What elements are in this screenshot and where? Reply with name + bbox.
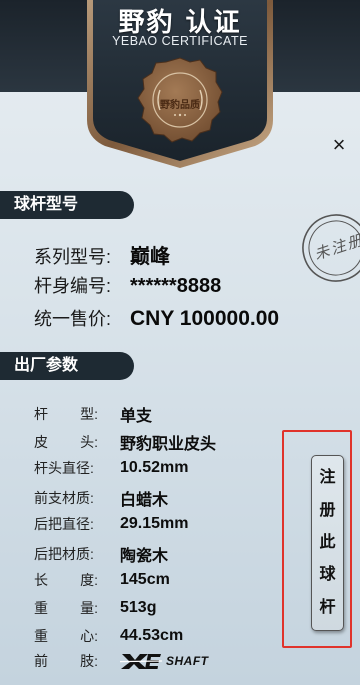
info-label: 统一售价: (34, 309, 112, 329)
register-button-char: 注 (319, 469, 336, 487)
spec-value: 145cm (120, 571, 170, 588)
spec-row-butt-material: 后把材质: 陶瓷木 (34, 542, 168, 566)
brand-subtitle: YEBAO CERTIFICATE (112, 34, 248, 48)
spec-label: 心: (80, 628, 98, 644)
seal-label: 野豹品质 (160, 100, 200, 111)
spec-label: 杆头直径: (34, 460, 94, 476)
spec-value: 陶瓷木 (120, 548, 169, 565)
spec-label: 肢: (80, 653, 98, 669)
close-button[interactable]: × (328, 134, 350, 156)
spec-label: 杆 (34, 406, 48, 422)
spec-row-weight: 重 量: 513g (34, 598, 156, 618)
section-header-factory: 出厂参数 (0, 352, 134, 380)
spec-value: 单支 (120, 408, 153, 425)
spec-label: 头: (80, 434, 98, 450)
xe-shaft-logo-icon (120, 654, 162, 669)
spec-row-tip: 皮 头: 野豹职业皮头 (34, 430, 216, 454)
info-value: 巅峰 (130, 246, 170, 268)
spec-label: 后把直径: (34, 516, 94, 532)
info-row-shaft-number: 杆身编号: ******8888 (34, 272, 221, 298)
spec-row-length: 长 度: 145cm (34, 570, 170, 590)
spec-row-shaft-material: 前支材质: 白蜡木 (34, 486, 168, 510)
spec-label: 量: (80, 600, 98, 616)
register-button-char: 杆 (319, 598, 336, 616)
spec-value: 44.53cm (120, 627, 184, 644)
spec-value: 白蜡木 (120, 492, 169, 509)
spec-label: 长 (34, 572, 48, 588)
spec-label: 前 (34, 653, 48, 669)
register-button-char: 此 (319, 533, 336, 551)
spec-row-tip-diameter: 杆头直径: 10.52mm (34, 458, 189, 478)
section-header-model: 球杆型号 (0, 191, 134, 219)
spec-row-balance: 重 心: 44.53cm (34, 626, 183, 646)
info-label: 杆身编号: (34, 276, 112, 296)
spec-value: 513g (120, 599, 157, 616)
spec-value: 29.15mm (120, 515, 189, 532)
spec-value: 10.52mm (120, 459, 189, 476)
spec-label: 重 (34, 600, 48, 616)
info-label: 系列型号: (34, 247, 112, 267)
close-icon: × (332, 132, 346, 157)
spec-row-forearm: 前 肢: SHAFT (34, 651, 209, 671)
info-value: CNY 100000.00 (130, 307, 280, 330)
spec-label: 前支材质: (34, 490, 94, 506)
spec-row-butt-diameter: 后把直径: 29.15mm (34, 514, 189, 534)
xe-shaft-text: SHAFT (166, 654, 209, 668)
spec-label: 皮 (34, 434, 48, 450)
info-row-series: 系列型号: 巅峰 (34, 240, 170, 269)
register-cue-button[interactable]: 注 册 此 球 杆 (311, 455, 344, 631)
info-value: ******8888 (130, 275, 222, 297)
spec-value: 野豹职业皮头 (120, 436, 217, 453)
register-button-char: 册 (319, 501, 336, 519)
spec-label: 度: (80, 572, 98, 588)
spec-label: 重 (34, 628, 48, 644)
info-row-price: 统一售价: CNY 100000.00 (34, 305, 279, 331)
xe-shaft-logo: SHAFT (120, 652, 209, 670)
spec-row-type: 杆 型: 单支 (34, 402, 152, 426)
spec-label: 型: (80, 406, 98, 422)
spec-label: 后把材质: (34, 546, 94, 562)
unregistered-stamp: 未注册 (298, 210, 360, 286)
register-button-char: 球 (319, 566, 336, 584)
